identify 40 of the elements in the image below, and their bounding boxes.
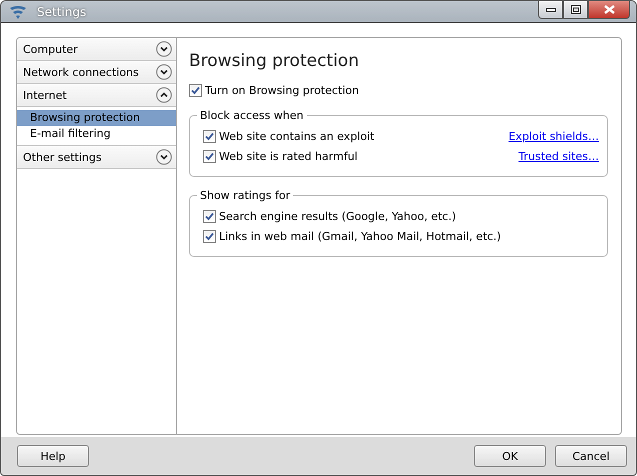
section-label: Other settings xyxy=(23,150,102,164)
group-title: Block access when xyxy=(199,109,305,122)
checkbox-label: Links in web mail (Gmail, Yahoo Mail, Hotmail, etc.) xyxy=(219,230,501,242)
help-button[interactable]: Help xyxy=(17,445,89,467)
settings-link[interactable]: Exploit shields… xyxy=(508,130,599,142)
checkbox-label: Search engine results (Google, Yahoo, etc.) xyxy=(219,210,456,222)
checkbox[interactable] xyxy=(203,130,216,142)
settings-link[interactable]: Trusted sites… xyxy=(518,150,599,162)
checkbox[interactable] xyxy=(203,150,216,162)
sidebar-section-header[interactable]: Computer xyxy=(17,38,176,61)
section-label: Internet xyxy=(23,88,67,102)
section-label: Network connections xyxy=(23,66,139,78)
sidebar-item[interactable]: Browsing protection xyxy=(17,110,176,126)
close-icon xyxy=(604,5,614,14)
checkbox[interactable] xyxy=(203,210,216,222)
close-button[interactable] xyxy=(588,1,630,19)
group-title: Show ratings for xyxy=(199,189,292,202)
minimize-button[interactable] xyxy=(538,1,563,19)
expand-chevron-icon xyxy=(156,149,172,165)
maximize-icon xyxy=(570,5,580,14)
collapse-chevron-icon xyxy=(156,87,172,103)
expand-chevron-icon xyxy=(156,64,172,80)
sidebar-section-header[interactable]: Other settings xyxy=(17,146,176,169)
minimize-icon xyxy=(546,8,556,12)
checkbox-label: Web site contains an exploit xyxy=(219,130,374,142)
signal-arcs-icon xyxy=(9,4,27,18)
expand-chevron-icon xyxy=(156,41,172,57)
sidebar-section-header[interactable]: Internet xyxy=(17,84,176,107)
sidebar-item[interactable]: E-mail filtering xyxy=(17,126,176,142)
checkbox[interactable] xyxy=(203,230,216,242)
maximize-button[interactable] xyxy=(563,1,588,19)
ok-button[interactable]: OK xyxy=(474,445,546,467)
section-label: Computer xyxy=(23,42,78,56)
sidebar-section-header[interactable]: Network connections xyxy=(17,61,176,84)
page-title: Browsing protection xyxy=(189,51,360,71)
cancel-button[interactable]: Cancel xyxy=(555,445,627,467)
checkbox[interactable] xyxy=(189,84,202,97)
checkbox-label: Web site is rated harmful xyxy=(219,150,358,162)
window-title: Settings xyxy=(37,4,88,18)
checkbox-label: Turn on Browsing protection xyxy=(205,84,359,97)
